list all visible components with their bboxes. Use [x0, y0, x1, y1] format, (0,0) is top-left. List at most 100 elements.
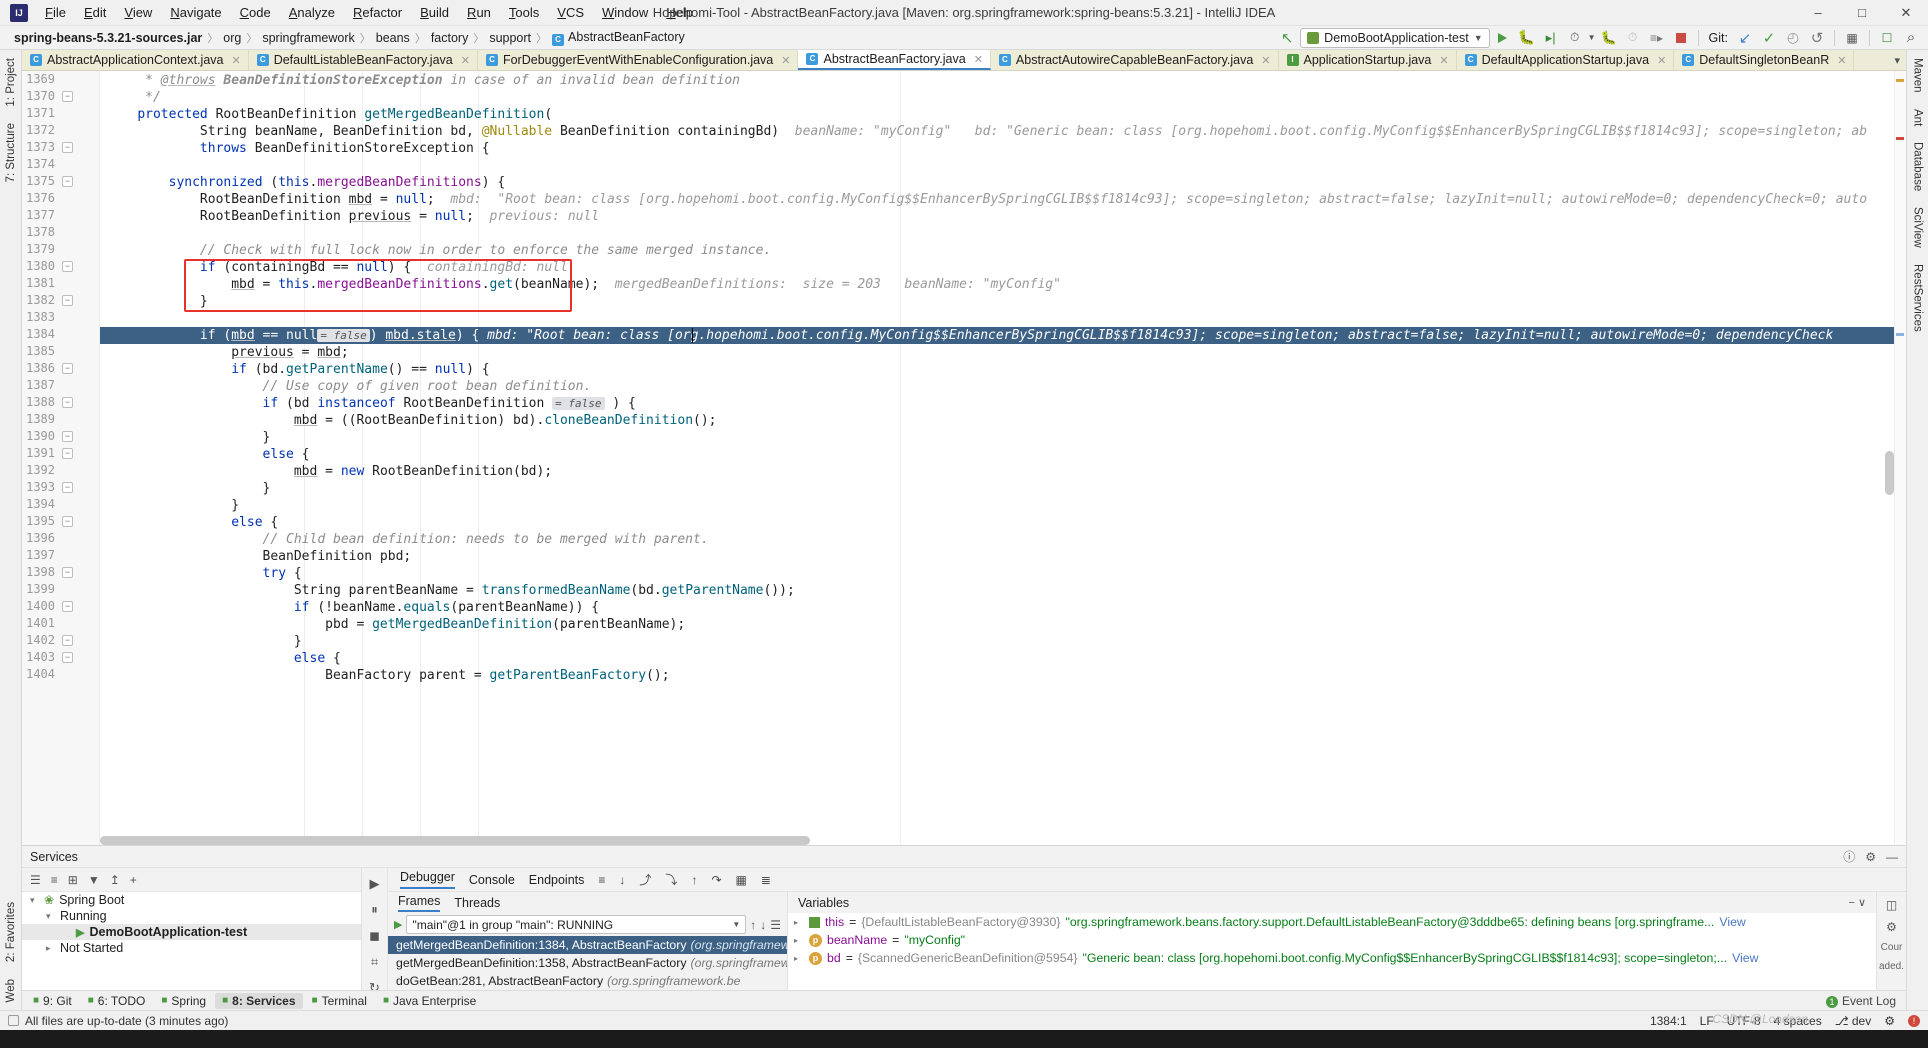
frames-tab-bar[interactable]: Frames Threads [388, 892, 787, 913]
editor-gutter[interactable]: 1369 1370−1371 1372 1373−1374 1375−1376 1377 1… [22, 71, 100, 845]
code-line[interactable]: RootBeanDefinition mbd = null; mbd: "Roo… [100, 191, 1906, 208]
thread-selector-row[interactable]: ▶ "main"@1 in group "main": RUNNING ▼ ↑ … [388, 913, 787, 936]
tool-window-bar[interactable]: ■ 9: Git ■ 6: TODO ■ Spring ■ 8: Services ■ Termi… [22, 990, 1906, 1010]
git-rollback-icon[interactable]: ↺ [1806, 28, 1828, 48]
debugger-step-icon[interactable]: ▦ [736, 873, 747, 887]
run-with-coverage-button[interactable]: ▸| [1540, 28, 1562, 48]
code-line[interactable]: */ [100, 89, 1906, 106]
frames-panel[interactable]: Frames Threads ▶ "main"@1 in group "main"… [388, 892, 788, 990]
code-fold-toggle[interactable]: − [62, 295, 73, 306]
git-update-icon[interactable]: ↙ [1734, 28, 1756, 48]
code-line[interactable]: RootBeanDefinition previous = null; prev… [100, 208, 1906, 225]
tree-expand-arrow-icon[interactable]: ▾ [30, 895, 39, 906]
tool-window-button-spring[interactable]: ■ Spring [154, 993, 213, 1009]
code-fold-toggle[interactable]: − [62, 142, 73, 153]
code-line[interactable]: try { [100, 565, 1906, 582]
code-fold-toggle[interactable]: − [62, 91, 73, 102]
attach-debugger-button[interactable]: 🐛 [1598, 28, 1620, 48]
code-line[interactable]: if (bd.getParentName() == null) { [100, 361, 1906, 378]
debugger-step-icon[interactable]: ↑ [691, 873, 697, 887]
filter-icon[interactable]: ☰ [770, 918, 781, 932]
inspections-icon[interactable]: ⚙ [1884, 1014, 1895, 1028]
git-commit-icon[interactable]: ✓ [1758, 28, 1780, 48]
code-fold-toggle[interactable]: − [62, 601, 73, 612]
thread-selector[interactable]: "main"@1 in group "main": RUNNING ▼ [406, 915, 747, 934]
rail-item-web[interactable]: Web [2, 971, 20, 1010]
tool-window-button-services[interactable]: ■ 8: Services [215, 992, 303, 1009]
menu-item-vcs[interactable]: VCS [548, 2, 593, 23]
editor-tab[interactable]: C AbstractAutowireCapableBeanFactory.java… [990, 50, 1279, 70]
editor-tab-bar[interactable]: C AbstractApplicationContext.java ✕ C Defaul… [22, 50, 1906, 71]
code-line[interactable]: else { [100, 446, 1906, 463]
code-line[interactable]: mbd = new RootBeanDefinition(bd); [100, 463, 1906, 480]
services-toolbar-icon[interactable]: + [130, 873, 137, 887]
editor[interactable]: 1369 1370−1371 1372 1373−1374 1375−1376 1377 1… [22, 71, 1906, 845]
code-line[interactable]: } [100, 633, 1906, 650]
code-line[interactable]: // Check with full lock now in order to … [100, 242, 1906, 259]
minimize-button[interactable]: – [1796, 0, 1840, 26]
debugger-step-icon[interactable]: ↓ [619, 873, 625, 887]
code-line[interactable] [100, 310, 1906, 327]
code-fold-toggle[interactable]: − [62, 652, 73, 663]
close-icon[interactable]: ✕ [974, 53, 983, 66]
services-header-actions[interactable]: ⓘ ⚙ — [1843, 848, 1898, 865]
run-configuration-selector[interactable]: DemoBootApplication-test ▼ [1300, 27, 1490, 48]
view-value-link[interactable]: View [1719, 915, 1745, 929]
variables-panel[interactable]: Variables − ∨ ▸ this = {DefaultListableBe… [788, 892, 1876, 990]
event-log-button[interactable]: 1 Event Log [1825, 994, 1896, 1008]
code-line[interactable]: synchronized (this.mergedBeanDefinitions… [100, 174, 1906, 191]
editor-tab[interactable]: C DefaultSingletonBeanR ✕ [1674, 50, 1855, 70]
menu-item-help[interactable]: Help [657, 2, 702, 23]
indent-setting[interactable]: 4 spaces [1774, 1014, 1822, 1028]
code-fold-toggle[interactable]: − [62, 567, 73, 578]
variable-row[interactable]: ▸ p bd = {ScannedGenericBeanDefinition@595… [788, 949, 1876, 967]
menu-item-analyze[interactable]: Analyze [280, 2, 344, 23]
services-toolbar-icon[interactable]: ↥ [110, 873, 120, 887]
gear-icon[interactable]: ⚙ [1886, 920, 1897, 934]
terminal-icon[interactable]: ☐ [1876, 28, 1898, 48]
code-line[interactable]: if (mbd == null = false) mbd.stale) { mbd… [100, 327, 1906, 344]
code-line[interactable]: else { [100, 514, 1906, 531]
rerun-button[interactable]: ⏱ [1622, 28, 1644, 48]
layout-icon[interactable]: ◫ [1886, 898, 1897, 912]
frame-up-icon[interactable]: ↑ [750, 918, 756, 932]
debugger-action-icon[interactable]: ⏸ [371, 902, 378, 918]
editor-marker-track[interactable] [1894, 71, 1906, 845]
breadcrumb-item[interactable]: org [219, 30, 245, 46]
editor-code-area[interactable]: * @throws BeanDefinitionStoreException i… [100, 71, 1906, 845]
window-controls[interactable]: – □ ✕ [1796, 0, 1928, 26]
tool-window-button-java-enterprise[interactable]: ■ Java Enterprise [376, 993, 483, 1009]
rail-item-ant[interactable]: Ant [1909, 101, 1927, 134]
code-line[interactable]: if (containingBd == null) { containingBd… [100, 259, 1906, 276]
debugger-action-icon[interactable]: ⌗ [371, 954, 378, 970]
code-line[interactable]: else { [100, 650, 1906, 667]
rail-item-structure[interactable]: 7: Structure [2, 115, 20, 190]
settings-gear-icon[interactable]: ▦ [1841, 28, 1863, 48]
menu-item-code[interactable]: Code [231, 2, 280, 23]
tool-window-right[interactable]: 1 Event Log [1825, 994, 1906, 1008]
main-menu-bar[interactable]: File Edit View Navigate Code Analyze Refactor B… [36, 2, 702, 23]
debugger-step-icon[interactable]: ≣ [761, 873, 771, 887]
services-tree-row[interactable]: ▾ ❀ Spring Boot [22, 892, 361, 908]
code-fold-toggle[interactable]: − [62, 261, 73, 272]
code-line[interactable]: String beanName, BeanDefinition bd, @Nul… [100, 123, 1906, 140]
debugger-step-icon[interactable]: ≡ [598, 873, 605, 887]
hide-icon[interactable]: — [1886, 850, 1898, 864]
help-icon[interactable]: ⓘ [1843, 848, 1855, 865]
rail-item-database[interactable]: Database [1909, 134, 1927, 199]
code-fold-toggle[interactable]: − [62, 482, 73, 493]
code-line[interactable]: } [100, 480, 1906, 497]
breadcrumb-item[interactable]: factory [427, 30, 473, 46]
services-tree-row[interactable]: ▾ Running [22, 908, 361, 924]
code-line[interactable]: mbd = this.mergedBeanDefinitions.get(bea… [100, 276, 1906, 293]
close-button[interactable]: ✕ [1884, 0, 1928, 26]
tool-window-button-git[interactable]: ■ 9: Git [26, 993, 79, 1009]
debugger-tab-endpoints[interactable]: Endpoints [529, 873, 585, 887]
breadcrumb-item[interactable]: beans [372, 30, 414, 46]
menu-item-window[interactable]: Window [593, 2, 657, 23]
left-tool-rail[interactable]: 1: Project 7: Structure 2: Favorites Web [0, 50, 22, 1010]
debug-button[interactable]: 🐛 [1516, 28, 1538, 48]
code-fold-toggle[interactable]: − [62, 431, 73, 442]
maximize-button[interactable]: □ [1840, 0, 1884, 26]
services-toolbar-icon[interactable]: ▼ [88, 873, 100, 887]
